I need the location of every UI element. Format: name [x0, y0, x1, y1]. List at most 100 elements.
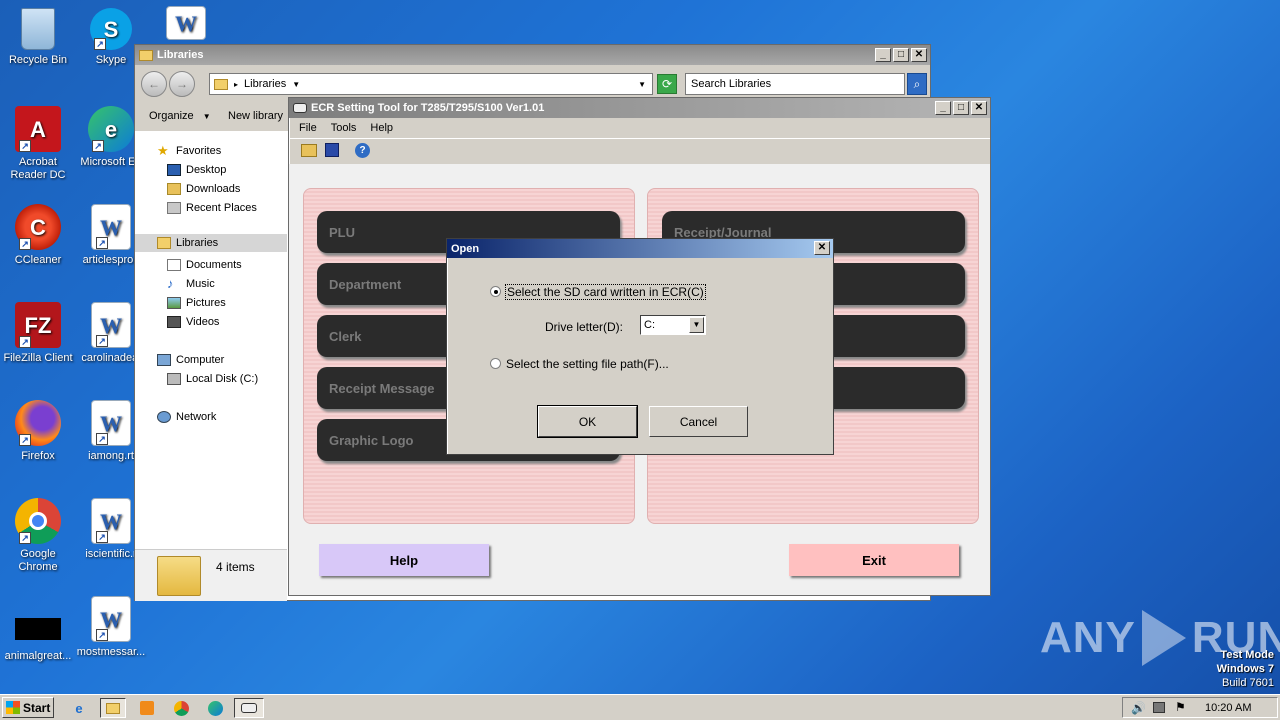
cancel-button[interactable]: Cancel	[649, 406, 748, 437]
ok-button[interactable]: OK	[537, 405, 638, 438]
dialog-window-controls: ✕	[814, 241, 830, 255]
desktop-icon-label: iscientific.r	[85, 548, 137, 560]
acrobat-icon: A ↗	[15, 106, 61, 152]
maximize-button[interactable]: □	[953, 101, 969, 115]
refresh-button[interactable]: ⟳	[657, 74, 677, 94]
os-build: Build 7601	[1222, 677, 1274, 689]
clock[interactable]: 10:20 AM	[1205, 702, 1251, 714]
os-info: Test Mode Windows 7 Build 7601	[1217, 648, 1274, 690]
desktop-icon-filezilla[interactable]: FZ ↗ FileZilla Client	[0, 302, 76, 365]
menu-help[interactable]: Help	[370, 122, 393, 134]
address-dropdown-icon[interactable]: ▼	[638, 80, 646, 89]
nav-libraries[interactable]: Libraries	[157, 237, 218, 249]
chevron-down-icon[interactable]: ▼	[689, 317, 704, 333]
organize-button[interactable]: Organize ▼	[149, 110, 211, 122]
os-version: Windows 7	[1216, 663, 1274, 675]
nav-network[interactable]: Network	[157, 411, 216, 423]
action-center-flag-icon[interactable]: ⚑	[1175, 700, 1186, 714]
maximize-button[interactable]: □	[893, 48, 909, 62]
nav-label: Libraries	[176, 237, 219, 249]
desktop-icon-mostmessar[interactable]: W ↗ mostmessar...	[73, 596, 149, 659]
radio-dot-icon	[494, 290, 498, 294]
desktop-icon-animalgreat[interactable]: animalgreat...	[0, 606, 76, 663]
drive-letter-select[interactable]: C: ▼	[640, 315, 706, 335]
desktop-icon-label: Microsoft Ed	[80, 156, 142, 168]
music-icon: ♪	[167, 276, 174, 291]
play-triangle-icon	[1141, 610, 1186, 666]
minimize-button[interactable]: _	[935, 101, 951, 115]
ecr-title: ECR Setting Tool for T285/T295/S100 Ver1…	[311, 102, 545, 114]
nav-label: Network	[176, 411, 217, 423]
dialog-titlebar[interactable]: Open	[447, 239, 833, 258]
ecr-app-icon	[293, 103, 307, 113]
nav-local-disk[interactable]: Local Disk (C:)	[167, 373, 258, 385]
save-icon[interactable]	[325, 143, 339, 157]
address-bar[interactable]: ▸ Libraries ▼ ▼	[209, 73, 653, 95]
drive-letter-label: Drive letter(D):	[545, 320, 624, 334]
chrome-taskbar-icon[interactable]	[168, 698, 194, 718]
search-input[interactable]: Search Libraries	[685, 73, 905, 95]
minimize-button[interactable]: _	[875, 48, 891, 62]
desktop-icon-firefox[interactable]: ↗ Firefox	[0, 400, 76, 463]
nav-downloads[interactable]: Downloads	[167, 183, 240, 195]
recent-places-icon	[167, 202, 181, 214]
desktop-icon-acrobat[interactable]: A ↗ Acrobat Reader DC	[0, 106, 76, 182]
help-icon[interactable]: ?	[355, 143, 370, 158]
edge-taskbar-icon[interactable]	[202, 698, 228, 718]
explorer-title: Libraries	[157, 49, 204, 61]
nav-documents[interactable]: Documents	[167, 259, 242, 271]
nav-videos[interactable]: Videos	[167, 316, 219, 328]
menu-file[interactable]: File	[299, 122, 317, 134]
help-button[interactable]: Help	[319, 544, 489, 576]
option-sd-card-label[interactable]: Select the SD card written in ECR(C)	[505, 284, 706, 300]
volume-icon[interactable]: 🔊	[1131, 701, 1146, 715]
explorer-icon[interactable]	[100, 698, 126, 718]
nav-label: Music	[186, 278, 215, 290]
open-dialog: Open ✕ Select the SD card written in ECR…	[446, 238, 834, 455]
network-tray-icon[interactable]	[1153, 702, 1165, 713]
taskbar: Start e 🔊 ⚑ 10:20 AM	[0, 694, 1280, 720]
nav-pictures[interactable]: Pictures	[167, 297, 226, 309]
nav-label: Favorites	[176, 145, 222, 157]
os-test-mode: Test Mode	[1220, 649, 1274, 661]
exit-button[interactable]: Exit	[789, 544, 959, 576]
desktop-icon-label: Skype	[95, 54, 127, 66]
menu-tools[interactable]: Tools	[331, 122, 357, 134]
close-button[interactable]: ✕	[971, 101, 987, 115]
word-document-icon: W ↗	[91, 400, 131, 446]
close-button[interactable]: ✕	[814, 241, 830, 255]
radio-sd-card[interactable]	[490, 286, 501, 297]
ecr-titlebar[interactable]: ECR Setting Tool for T285/T295/S100 Ver1…	[289, 98, 990, 118]
nav-recent-places[interactable]: Recent Places	[167, 202, 257, 214]
nav-desktop[interactable]: Desktop	[167, 164, 226, 176]
videos-icon	[167, 316, 181, 328]
nav-music[interactable]: ♪ Music	[167, 276, 215, 291]
explorer-titlebar[interactable]: Libraries	[135, 45, 930, 65]
new-library-button[interactable]: New library	[228, 110, 283, 122]
star-icon: ★	[157, 143, 169, 158]
desktop-icon-word-top[interactable]: W	[148, 6, 224, 44]
chrome-icon: ↗	[15, 498, 61, 544]
explorer-window-controls: _ □ ✕	[875, 48, 927, 62]
forward-button[interactable]: →	[169, 71, 195, 97]
black-thumbnail-icon	[15, 618, 61, 640]
ecr-taskbar-icon[interactable]	[234, 698, 264, 718]
start-button[interactable]: Start	[2, 697, 54, 718]
word-document-icon: W	[166, 6, 206, 40]
network-icon	[157, 411, 171, 423]
desktop-icon-label: Acrobat Reader DC	[10, 156, 66, 181]
close-button[interactable]: ✕	[911, 48, 927, 62]
search-icon[interactable]: ⌕	[907, 73, 927, 95]
option-file-path-label[interactable]: Select the setting file path(F)...	[506, 357, 669, 371]
open-folder-icon[interactable]	[301, 144, 317, 157]
desktop-icon-recycle-bin[interactable]: Recycle Bin	[0, 8, 76, 67]
radio-file-path[interactable]	[490, 358, 501, 369]
media-player-icon[interactable]	[134, 698, 160, 718]
nav-favorites[interactable]: ★ Favorites	[157, 143, 222, 158]
ie-icon[interactable]: e	[66, 698, 92, 718]
desktop-icon-chrome[interactable]: ↗ Google Chrome	[0, 498, 76, 574]
nav-computer[interactable]: Computer	[157, 354, 224, 366]
back-button[interactable]: ←	[141, 71, 167, 97]
library-icon	[157, 237, 171, 249]
desktop-icon-ccleaner[interactable]: C ↗ CCleaner	[0, 204, 76, 267]
